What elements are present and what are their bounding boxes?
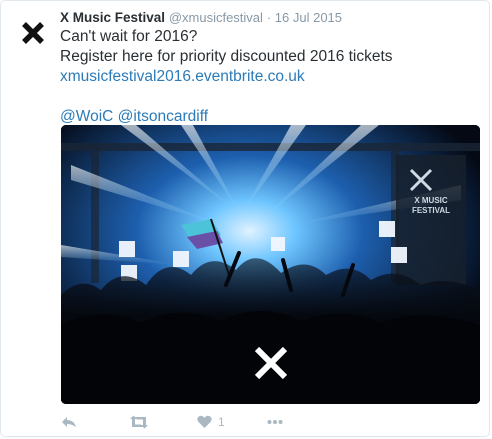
tweet-text-line-1: Can't wait for 2016? xyxy=(60,28,198,45)
reply-button[interactable] xyxy=(61,415,121,429)
author-name[interactable]: X Music Festival xyxy=(60,10,165,25)
author-handle[interactable]: @xmusicfestival xyxy=(169,10,263,25)
tweet-card: X Music Festival @xmusicfestival · 16 Ju… xyxy=(0,0,490,437)
banner-text-line-1: X MUSIC xyxy=(414,196,448,205)
concert-stage-image: X MUSIC FESTIVAL xyxy=(61,125,480,404)
tweet-actions: 1 xyxy=(61,411,361,433)
tweet-header: X Music Festival @xmusicfestival · 16 Ju… xyxy=(60,9,479,27)
heart-icon xyxy=(197,415,212,428)
more-button[interactable] xyxy=(267,419,283,425)
retweet-button[interactable] xyxy=(129,415,191,429)
eventbrite-link[interactable]: xmusicfestival2016.eventbrite.co.uk xyxy=(60,67,479,87)
avatar[interactable] xyxy=(15,15,51,51)
like-count: 1 xyxy=(218,415,225,429)
tweet-media-photo[interactable]: X MUSIC FESTIVAL xyxy=(61,125,480,404)
retweet-icon xyxy=(130,415,148,429)
tweet-timestamp[interactable]: 16 Jul 2015 xyxy=(275,10,342,25)
text-spacer xyxy=(60,87,479,107)
x-logo-icon xyxy=(22,22,44,44)
mention-itsoncardiff[interactable]: @itsoncardiff xyxy=(118,108,208,125)
tweet-text-line-2: Register here for priority discounted 20… xyxy=(60,48,393,65)
header-separator: · xyxy=(266,10,272,25)
mention-woic[interactable]: @WoiC xyxy=(60,108,113,125)
banner-text-line-2: FESTIVAL xyxy=(412,206,450,215)
reply-icon xyxy=(62,417,76,427)
tweet-text: Can't wait for 2016? Register here for p… xyxy=(60,27,479,127)
more-icon xyxy=(267,420,283,424)
like-button[interactable]: 1 xyxy=(197,415,267,429)
